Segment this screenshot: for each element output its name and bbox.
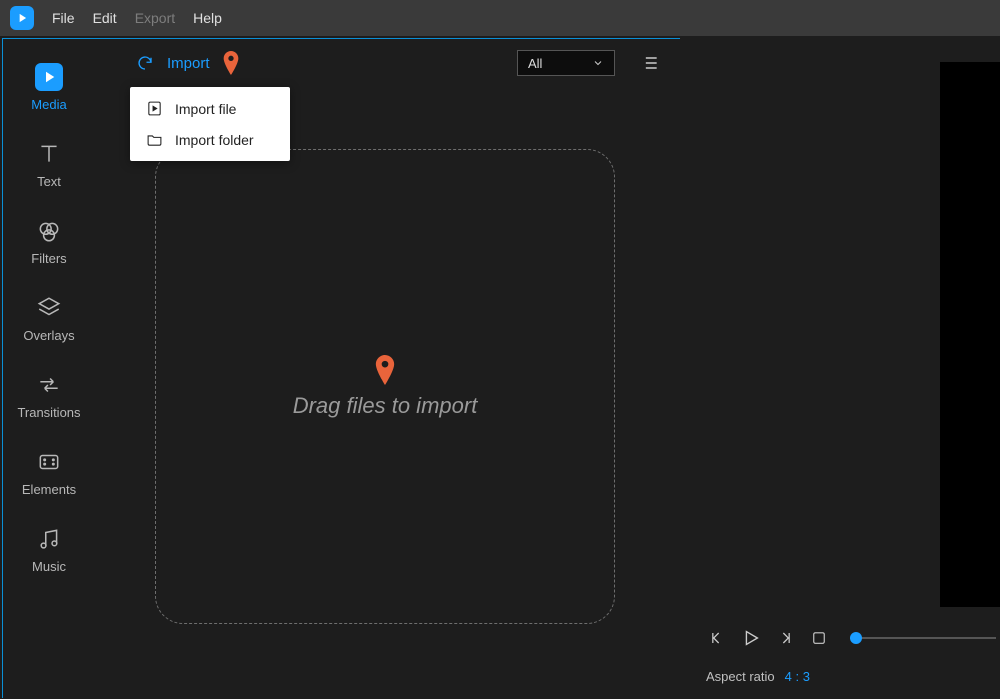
aspect-ratio-label: Aspect ratio xyxy=(706,669,775,684)
stop-button[interactable] xyxy=(808,627,830,649)
menu-help[interactable]: Help xyxy=(193,10,222,26)
menubar: File Edit Export Help xyxy=(0,0,1000,36)
next-frame-button[interactable] xyxy=(774,627,796,649)
refresh-icon xyxy=(136,54,154,72)
sidebar-item-label: Text xyxy=(37,174,61,189)
logo-icon xyxy=(15,11,29,25)
content-toolbar: Import All xyxy=(95,39,681,87)
filter-selected-label: All xyxy=(528,56,542,71)
import-button[interactable]: Import xyxy=(167,55,210,72)
workspace: Media Text Filters Overlays Transitions xyxy=(2,38,680,698)
sidebar-item-label: Elements xyxy=(22,482,76,497)
sidebar: Media Text Filters Overlays Transitions xyxy=(3,39,95,699)
import-menu-folder-label: Import folder xyxy=(175,132,254,148)
marker-icon xyxy=(222,51,240,75)
marker-icon xyxy=(375,355,395,385)
list-view-icon xyxy=(640,53,660,73)
transport-controls xyxy=(700,622,1000,654)
filter-dropdown[interactable]: All xyxy=(517,50,615,76)
content-panel: Import All Import file Import folder xyxy=(95,39,681,699)
sidebar-item-media[interactable]: Media xyxy=(3,53,95,130)
sidebar-item-label: Filters xyxy=(31,251,66,266)
sidebar-item-filters[interactable]: Filters xyxy=(3,207,95,284)
menu-file[interactable]: File xyxy=(52,10,75,26)
file-play-icon xyxy=(146,100,163,117)
media-dropzone[interactable]: Drag files to import xyxy=(155,149,615,624)
menu-export: Export xyxy=(135,10,175,26)
sidebar-item-label: Transitions xyxy=(17,405,80,420)
filters-icon xyxy=(35,217,63,245)
video-preview xyxy=(940,62,1000,607)
menu-edit[interactable]: Edit xyxy=(93,10,117,26)
sidebar-item-label: Overlays xyxy=(23,328,74,343)
sidebar-item-elements[interactable]: Elements xyxy=(3,438,95,515)
preview-panel: Aspect ratio 4 : 3 xyxy=(700,38,1000,698)
sidebar-item-transitions[interactable]: Transitions xyxy=(3,361,95,438)
aspect-ratio-row: Aspect ratio 4 : 3 xyxy=(706,669,810,684)
folder-icon xyxy=(146,131,163,148)
view-toggle-button[interactable] xyxy=(639,52,661,74)
sidebar-item-label: Music xyxy=(32,559,66,574)
text-icon xyxy=(35,140,63,168)
seek-slider[interactable] xyxy=(850,637,996,639)
prev-frame-button[interactable] xyxy=(706,627,728,649)
play-button[interactable] xyxy=(740,627,762,649)
transitions-icon xyxy=(35,371,63,399)
import-menu-folder[interactable]: Import folder xyxy=(130,124,290,155)
elements-icon xyxy=(35,448,63,476)
refresh-button[interactable] xyxy=(135,53,155,73)
import-menu-file-label: Import file xyxy=(175,101,236,117)
chevron-down-icon xyxy=(592,57,604,69)
seek-knob[interactable] xyxy=(850,632,862,644)
play-icon xyxy=(35,63,63,91)
aspect-ratio-value[interactable]: 4 : 3 xyxy=(785,669,810,684)
sidebar-item-label: Media xyxy=(31,97,66,112)
music-icon xyxy=(35,525,63,553)
overlays-icon xyxy=(35,294,63,322)
sidebar-item-text[interactable]: Text xyxy=(3,130,95,207)
app-logo xyxy=(10,6,34,30)
sidebar-item-overlays[interactable]: Overlays xyxy=(3,284,95,361)
import-menu: Import file Import folder xyxy=(130,87,290,161)
sidebar-item-music[interactable]: Music xyxy=(3,515,95,592)
dropzone-text: Drag files to import xyxy=(293,393,478,419)
import-menu-file[interactable]: Import file xyxy=(130,93,290,124)
